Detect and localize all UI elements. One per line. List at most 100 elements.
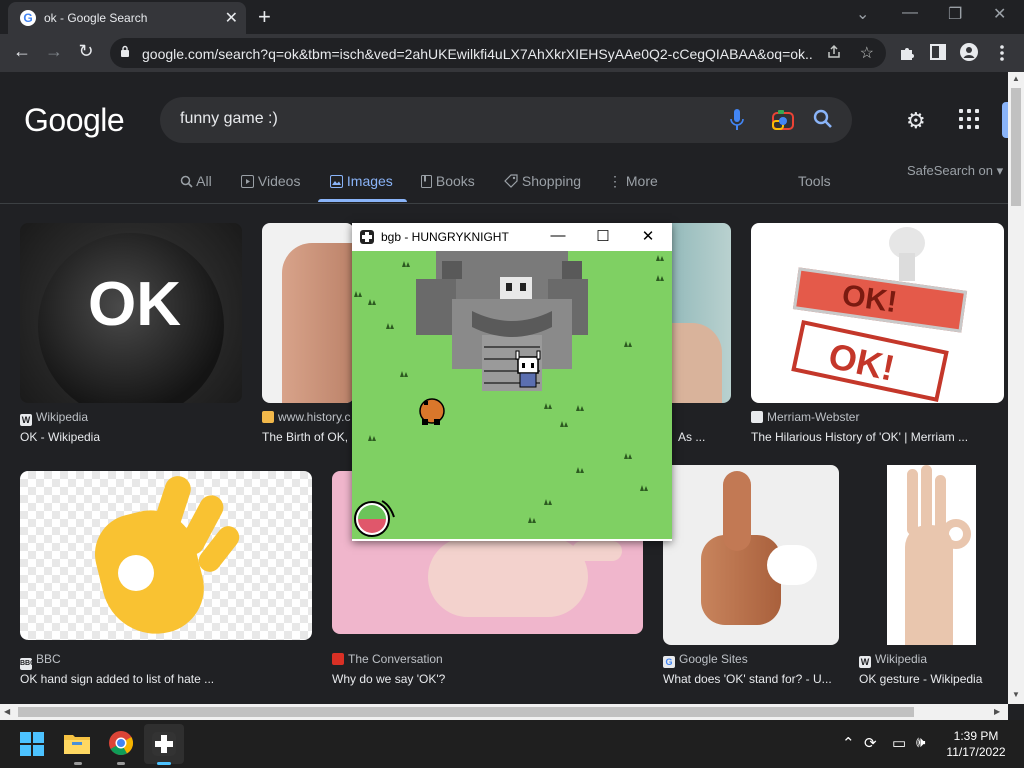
bgb-emulator-window[interactable]: bgb - HUNGRYKNIGHT — ☐ ✕ [352,223,672,541]
result-source[interactable]: W Wikipedia [859,652,927,668]
tools-button[interactable]: Tools [798,173,831,189]
tab-shopping-label: Shopping [521,173,582,189]
the-conversation-favicon-icon [332,653,344,665]
clock-date: 11/17/2022 [946,745,1006,759]
browser-toolbar: ← → ↻ google.com/search?q=ok&tbm=isch&ve… [0,34,1024,72]
tab-images[interactable]: Images [330,173,393,189]
windows-start-icon[interactable] [20,732,44,756]
extensions-puzzle-icon[interactable] [898,44,916,62]
profile-icon[interactable] [960,43,978,61]
result-source[interactable]: BBCBBC [20,652,61,670]
hand-image[interactable] [262,223,354,403]
minimize-window-button[interactable]: — [902,4,918,22]
back-button[interactable]: ← [10,41,34,62]
close-window-button[interactable]: ✕ [993,4,1006,24]
result-source[interactable]: G Google Sites [663,652,748,668]
tab-shopping[interactable]: Shopping [504,173,581,189]
windows-taskbar: ⌃ ⟳ ▭ 🕪 1:39 PM 11/17/2022 [0,720,1024,768]
search-icon[interactable] [812,108,834,130]
game-screen[interactable] [352,251,672,539]
bgb-window-title: bgb - HUNGRYKNIGHT [381,230,509,244]
file-explorer-icon[interactable] [64,732,90,754]
tab-images-label: Images [346,173,393,189]
tab-search-icon[interactable]: ⌄ [856,4,869,24]
browser-menu-icon[interactable] [999,44,1005,62]
tab-books[interactable]: Books [421,173,475,189]
reload-button[interactable]: ↻ [74,41,98,62]
video-icon [241,175,254,188]
result-title[interactable]: OK gesture - Wikipedia [859,672,999,686]
restore-window-button[interactable]: ❐ [948,4,962,24]
bgb-taskbar-button[interactable] [144,724,184,764]
result-source[interactable]: The Conversation [332,652,443,666]
ok-hand-emoji-image[interactable] [20,471,312,640]
history-favicon-icon [262,411,274,423]
result-source[interactable]: www.history.c [262,410,350,424]
side-panel-icon[interactable] [930,44,946,60]
tab-all[interactable]: All [180,173,212,189]
settings-gear-icon[interactable]: ⚙ [906,108,926,134]
browser-tab[interactable]: G ok - Google Search ✕ [8,2,246,34]
google-logo[interactable]: Google [24,102,125,139]
result-title[interactable]: OK hand sign added to list of hate ... [20,672,312,686]
bgb-maximize-button[interactable]: ☐ [593,227,613,245]
forward-button[interactable]: → [42,41,66,62]
hand-teal-image[interactable] [662,223,731,403]
result-source[interactable]: Merriam-Webster [751,410,859,424]
bgb-minimize-button[interactable]: — [548,227,568,244]
taskbar-indicator [117,762,125,765]
tab-more[interactable]: ⋮ More [608,173,658,190]
bookmark-star-icon[interactable]: ☆ [860,43,874,63]
google-apps-grid-icon[interactable] [958,108,980,130]
book-icon [421,175,432,188]
bbc-favicon-icon: BBC [20,658,35,670]
scroll-down-arrow-icon[interactable]: ▼ [1012,690,1020,699]
taskbar-active-indicator [157,762,171,765]
game-scene[interactable] [352,251,672,539]
clock-time: 1:39 PM [953,729,999,743]
more-vertical-icon: ⋮ [608,173,622,189]
ok-button-image[interactable]: OK [20,223,242,403]
result-source[interactable]: W Wikipedia [20,410,88,426]
search-query-text[interactable]: funny game :) [180,110,278,128]
new-tab-button[interactable]: + [258,4,271,30]
safesearch-dropdown[interactable]: SafeSearch on ▾ [907,163,1003,179]
scroll-up-arrow-icon[interactable]: ▲ [1012,74,1020,83]
bgb-close-button[interactable]: ✕ [638,227,658,245]
result-title[interactable]: The Birth of OK, [262,430,352,444]
tab-close-icon[interactable]: ✕ [225,8,238,28]
search-input[interactable]: funny game :) [160,97,852,143]
google-lens-icon[interactable] [772,109,794,131]
tab-all-label: All [196,173,212,189]
ok-gesture-image[interactable] [887,465,976,645]
result-title[interactable]: The Hilarious History of 'OK' | Merriam … [751,430,1004,444]
google-favicon-icon: G [20,10,36,26]
show-hidden-icons-chevron-icon[interactable]: ⌃ [842,734,855,752]
microphone-icon[interactable] [730,109,744,131]
network-icon[interactable]: ▭ [892,734,906,752]
google-sites-favicon-icon: G [663,656,675,668]
scroll-right-arrow-icon[interactable]: ▶ [994,707,1000,716]
tab-books-label: Books [435,173,475,189]
chrome-icon[interactable] [109,731,133,755]
ok-stamp-image[interactable]: OK! OK! [751,223,1004,403]
volume-icon[interactable]: 🕪 [916,734,925,751]
thumbs-up-image[interactable] [663,465,839,645]
address-bar[interactable]: google.com/search?q=ok&tbm=isch&ved=2ahU… [110,38,886,68]
image-icon [330,175,343,188]
result-title[interactable]: Why do we say 'OK'? [332,672,643,686]
result-title[interactable]: As ... [678,430,738,444]
tab-videos[interactable]: Videos [241,173,300,189]
scroll-left-arrow-icon[interactable]: ◀ [4,707,10,716]
share-icon[interactable] [826,44,842,60]
result-title[interactable]: OK - Wikipedia [20,430,242,444]
lock-icon[interactable] [120,45,130,57]
system-clock[interactable]: 1:39 PM 11/17/2022 [944,728,1008,760]
sync-icon[interactable]: ⟳ [864,734,877,752]
result-title[interactable]: What does 'OK' stand for? - U... [663,672,839,686]
bgb-title-bar[interactable]: bgb - HUNGRYKNIGHT — ☐ ✕ [352,223,672,251]
horizontal-scrollbar-thumb[interactable] [18,707,914,717]
vertical-scrollbar-thumb[interactable] [1011,88,1021,206]
url-text: google.com/search?q=ok&tbm=isch&ved=2ahU… [142,46,812,62]
dropdown-arrow-icon: ▾ [996,163,1004,178]
